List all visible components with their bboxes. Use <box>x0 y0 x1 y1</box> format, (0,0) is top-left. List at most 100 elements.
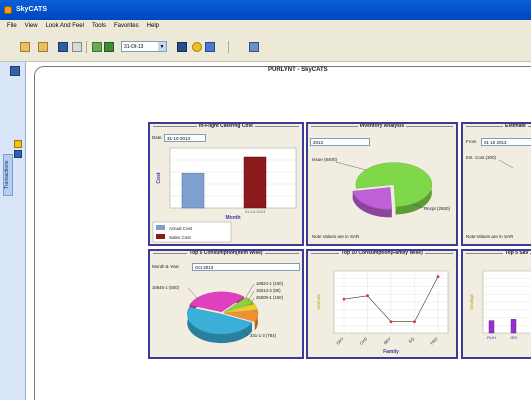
legend-label: Actual Cost <box>169 226 193 231</box>
toolbar-separator <box>228 41 229 53</box>
print-icon[interactable] <box>72 42 82 52</box>
panel-title-text: Estimate <box>503 123 528 129</box>
savings-bar-chart: RUH JED Savings <box>469 270 531 340</box>
data-point <box>389 320 393 324</box>
menu-file[interactable]: File <box>3 23 21 29</box>
menu-favorites[interactable]: Favorites <box>110 23 143 29</box>
legend-label: Sales Cost <box>169 235 192 240</box>
from-date-field[interactable]: 01 10 2013 <box>481 138 531 146</box>
inventory-pie-chart: Issue (8400) Recpt (2500) <box>312 157 451 218</box>
save-icon[interactable] <box>58 42 68 52</box>
slice-label: Recpt (2500) <box>424 206 451 211</box>
title-bar: SkyCATS <box>0 0 531 20</box>
label-leader <box>498 159 514 169</box>
panel-title-text: Top 10 Consumption(Family Wise) <box>339 250 425 256</box>
app-logo-icon <box>4 6 12 14</box>
panel-title-text: In-Flight Catering Cost <box>197 123 255 129</box>
slice-label: 331-1-3 (784) <box>250 333 277 338</box>
date-dropdown-value: 31-Dt-13 <box>124 44 144 50</box>
y-axis-label: Cost <box>156 172 162 183</box>
bar-jed <box>510 319 517 334</box>
data-point <box>436 275 440 279</box>
panel-title: Top 5 Sav <box>503 250 531 256</box>
data-point <box>366 294 369 298</box>
x-axis-label: Family <box>383 349 399 355</box>
help-icon[interactable] <box>249 42 259 52</box>
y-axis-label: Savings <box>469 293 474 310</box>
month-year-label: Month & Year <box>152 264 180 269</box>
x-tick-label: 31-10-2013 <box>245 209 266 214</box>
legend-swatch <box>156 234 165 239</box>
panel-title: In-Flight Catering Cost <box>150 123 302 129</box>
date-label: Date <box>152 135 162 140</box>
left-dock: Transactions <box>0 62 26 400</box>
menu-look-and-feel[interactable]: Look And Feel <box>42 23 88 29</box>
bar-actual-cost <box>181 172 205 209</box>
year-field[interactable]: 2013 <box>310 138 370 146</box>
catering-cost-chart: 31-10-2013 Month Cost Actual Cost Sales Cost <box>152 147 297 243</box>
window-title: SkyCATS <box>16 6 47 13</box>
menu-tools[interactable]: Tools <box>88 23 110 29</box>
sar-note: Note Values are in SAR <box>312 234 360 239</box>
page-title: PURLYNT - SkyCATS <box>268 67 328 73</box>
slice-label: 16845-1 (500) <box>152 285 180 290</box>
app-window: SkyCATS File View Look And Feel Tools Fa… <box>0 0 531 400</box>
label-leader <box>335 161 367 171</box>
panel-title-text: Top 5 Consumption(Item Wise) <box>187 250 265 256</box>
sidebar-tab-transactions[interactable]: Transactions <box>3 154 13 196</box>
data-point <box>342 297 346 301</box>
sidebar-star-icon[interactable] <box>14 140 22 148</box>
x-tick-label: RUH <box>487 335 496 340</box>
data-point <box>413 320 416 324</box>
date-dropdown[interactable]: 31-Dt-13 ▼ <box>121 41 167 52</box>
menu-help[interactable]: Help <box>143 23 163 29</box>
panel-estimate: Estimate From 01 10 2013 Est. Cost (300)… <box>461 122 531 246</box>
slice-label: 25009-1 (150) <box>256 295 284 300</box>
panel-top10-family: Top 10 Consumption(Family Wise) DRY CHD BE… <box>306 249 458 359</box>
slice-label: Est. Cost (300) <box>466 155 497 160</box>
y-axis-label: Amount <box>316 293 321 309</box>
x-tick-label: BEV <box>383 336 392 345</box>
panel-title-text: Top 5 Sav <box>503 250 531 256</box>
panel-title: Estimate <box>503 123 528 129</box>
label-leader <box>187 287 199 300</box>
panel-inventory-analysis: Inventory Analysis 2013 Issue (8400) Recp… <box>306 122 458 246</box>
folder-icon[interactable] <box>38 42 48 52</box>
x-tick-label: EQ <box>408 336 416 344</box>
panel-title: Top 5 Consumption(Item Wise) <box>150 250 302 256</box>
chevron-down-icon[interactable]: ▼ <box>158 42 166 51</box>
month-year-field[interactable]: Oct 2013 <box>192 263 300 271</box>
label-leader <box>245 283 255 298</box>
panel-top5-item: Top 5 Consumption(Item Wise) Month & Yea… <box>148 249 304 359</box>
navigator-icon[interactable] <box>177 42 187 52</box>
estimate-pie-chart: Est. Cost (300) <box>466 155 514 169</box>
menu-bar: File View Look And Feel Tools Favorites … <box>0 20 531 32</box>
excel-icon[interactable] <box>104 42 114 52</box>
toolbar: 31-Dt-13 ▼ <box>0 32 531 62</box>
settings-icon[interactable] <box>205 42 215 52</box>
x-axis-label: Month <box>226 215 241 221</box>
sun-icon[interactable] <box>192 42 202 52</box>
slice-label: 18924-1 (100) <box>256 281 284 286</box>
panel-top5-savings: Top 5 Sav RUH JED Savings <box>461 249 531 359</box>
from-label: From <box>466 139 477 144</box>
family-line-chart: DRY CHD BEV EQ FRO Family Amount <box>316 270 449 355</box>
toolbar-separator <box>86 41 87 53</box>
bar-sales-cost <box>243 156 267 209</box>
menu-view[interactable]: View <box>21 23 42 29</box>
expand-panel-icon[interactable] <box>10 66 20 76</box>
panel-title: Top 10 Consumption(Family Wise) <box>308 250 456 256</box>
bar-ruh <box>488 320 495 334</box>
panel-title-text: Inventory Analysis <box>357 123 407 129</box>
panel-inflight-catering: In-Flight Catering Cost Date 31-10-2013 … <box>148 122 304 246</box>
open-folder-icon[interactable] <box>20 42 30 52</box>
scissors-icon[interactable] <box>92 42 102 52</box>
date-field[interactable]: 31-10-2013 <box>164 134 206 142</box>
x-tick-label: DRY <box>335 336 345 346</box>
sidebar-window-icon[interactable] <box>14 150 22 158</box>
x-tick-label: JED <box>510 335 518 340</box>
x-tick-label: CHD <box>359 336 369 346</box>
slice-label: 15014-3 (80) <box>256 288 281 293</box>
panel-title: Inventory Analysis <box>308 123 456 129</box>
item-pie-chart: 16845-1 (500) 18924-1 (100) 15014-3 (80) 25… <box>152 281 284 344</box>
